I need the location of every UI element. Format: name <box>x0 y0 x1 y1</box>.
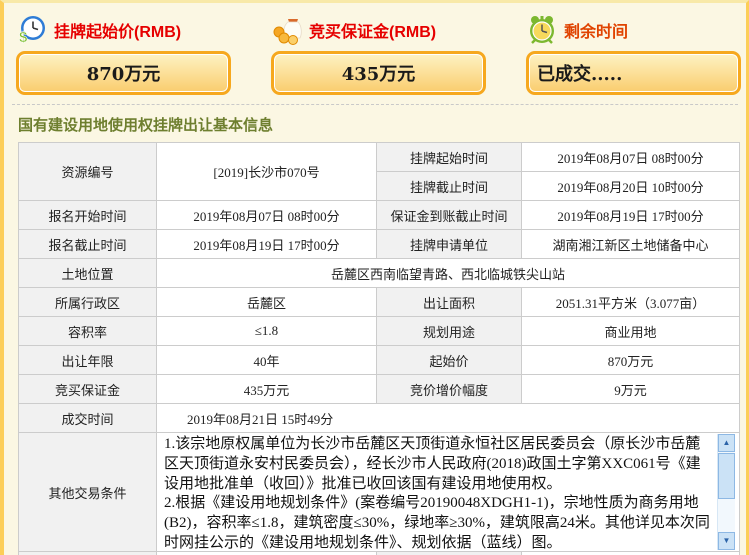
increment-value: 9万元 <box>522 375 740 404</box>
top-stats: $ 挂牌起始价(RMB) 870万元 竞买保证金(RMB <box>4 3 746 95</box>
winner-label: 竞得人 <box>377 552 522 555</box>
deal-time-value: 2019年08月21日 15时49分 <box>157 404 740 433</box>
table-row: 报名截止时间 2019年08月19日 17时00分 挂牌申请单位 湖南湘江新区土… <box>19 230 740 259</box>
stat-bid-deposit-header: 竞买保证金(RMB) <box>271 9 486 51</box>
other-conditions-text: 1.该宗地原权属单位为长沙市岳麓区天顶街道永恒社区居民委员会（原长沙市岳麓区天顶… <box>161 434 717 550</box>
other-conditions-label: 其他交易条件 <box>19 433 157 552</box>
term-value: 40年 <box>157 346 377 375</box>
stat-bid-deposit-label: 竞买保证金(RMB) <box>309 18 436 42</box>
table-row: 成交价 1140万元 [1140万元] 竞得人 长沙永鑫白露湖酒店有限公司 <box>19 552 740 555</box>
district-label: 所属行政区 <box>19 288 157 317</box>
district-value: 岳麓区 <box>157 288 377 317</box>
money-bag-icon <box>271 14 303 46</box>
listing-end-value: 2019年08月20日 10时00分 <box>522 172 740 201</box>
location-label: 土地位置 <box>19 259 157 288</box>
bid-deposit-value: 435万元 <box>271 51 486 95</box>
stat-time-remaining-header: 剩余时间 <box>526 9 741 51</box>
deal-price-label: 成交价 <box>19 552 157 555</box>
stat-starting-price-header: $ 挂牌起始价(RMB) <box>16 9 231 51</box>
use-value: 商业用地 <box>522 317 740 346</box>
section-title: 国有建设用地使用权挂牌出让基本信息 <box>18 114 746 135</box>
far-label: 容积率 <box>19 317 157 346</box>
land-listing-page: $ 挂牌起始价(RMB) 870万元 竞买保证金(RMB <box>0 0 749 555</box>
signup-end-label: 报名截止时间 <box>19 230 157 259</box>
table-row: 容积率 ≤1.8 规划用途 商业用地 <box>19 317 740 346</box>
applicant-value: 湖南湘江新区土地储备中心 <box>522 230 740 259</box>
time-remaining-value: 已成交..... <box>526 51 741 95</box>
start-price-label: 起始价 <box>377 346 522 375</box>
signup-end-value: 2019年08月19日 17时00分 <box>157 230 377 259</box>
stat-starting-price: $ 挂牌起始价(RMB) 870万元 <box>16 9 231 95</box>
scrollbar-thumb[interactable] <box>718 453 735 499</box>
stat-time-remaining-label: 剩余时间 <box>564 18 628 42</box>
svg-text:$: $ <box>19 29 28 46</box>
start-price-value: 870万元 <box>522 346 740 375</box>
table-row: 资源编号 [2019]长沙市070号 挂牌起始时间 2019年08月07日 08… <box>19 143 740 172</box>
deal-time-label: 成交时间 <box>19 404 157 433</box>
table-row: 出让年限 40年 起始价 870万元 <box>19 346 740 375</box>
scrollbar-track[interactable] <box>718 500 735 532</box>
other-conditions-scrollpane[interactable]: 1.该宗地原权属单位为长沙市岳麓区天顶街道永恒社区居民委员会（原长沙市岳麓区天顶… <box>161 434 735 550</box>
listing-start-value: 2019年08月07日 08时00分 <box>522 143 740 172</box>
deposit-deadline-value: 2019年08月19日 17时00分 <box>522 201 740 230</box>
table-row: 土地位置 岳麓区西南临望青路、西北临城铁尖山站 <box>19 259 740 288</box>
vertical-scrollbar[interactable]: ▲ ▼ <box>717 434 735 550</box>
increment-label: 竞价增价幅度 <box>377 375 522 404</box>
deposit-deadline-label: 保证金到账截止时间 <box>377 201 522 230</box>
stat-bid-deposit: 竞买保证金(RMB) 435万元 <box>271 9 486 95</box>
table-row: 报名开始时间 2019年08月07日 08时00分 保证金到账截止时间 2019… <box>19 201 740 230</box>
resource-no-label: 资源编号 <box>19 143 157 201</box>
listing-info-table: 资源编号 [2019]长沙市070号 挂牌起始时间 2019年08月07日 08… <box>18 142 740 555</box>
alarm-clock-icon <box>526 14 558 46</box>
table-row: 其他交易条件 1.该宗地原权属单位为长沙市岳麓区天顶街道永恒社区居民委员会（原长… <box>19 433 740 552</box>
signup-start-value: 2019年08月07日 08时00分 <box>157 201 377 230</box>
dotted-separator <box>12 104 738 105</box>
clock-dollar-icon: $ <box>16 14 48 46</box>
signup-start-label: 报名开始时间 <box>19 201 157 230</box>
deal-price-value: 1140万元 [1140万元] <box>157 552 377 555</box>
stat-time-remaining: 剩余时间 已成交..... <box>526 9 741 95</box>
listing-end-label: 挂牌截止时间 <box>377 172 522 201</box>
use-label: 规划用途 <box>377 317 522 346</box>
stat-starting-price-label: 挂牌起始价(RMB) <box>54 18 181 42</box>
table-row: 所属行政区 岳麓区 出让面积 2051.31平方米（3.077亩） <box>19 288 740 317</box>
applicant-label: 挂牌申请单位 <box>377 230 522 259</box>
deposit-label: 竞买保证金 <box>19 375 157 404</box>
table-row: 成交时间 2019年08月21日 15时49分 <box>19 404 740 433</box>
location-value: 岳麓区西南临望青路、西北临城铁尖山站 <box>157 259 740 288</box>
area-value: 2051.31平方米（3.077亩） <box>522 288 740 317</box>
winner-value: 长沙永鑫白露湖酒店有限公司 <box>522 552 740 555</box>
scroll-down-button[interactable]: ▼ <box>718 532 735 550</box>
table-row: 竞买保证金 435万元 竞价增价幅度 9万元 <box>19 375 740 404</box>
deposit-value: 435万元 <box>157 375 377 404</box>
other-conditions-cell: 1.该宗地原权属单位为长沙市岳麓区天顶街道永恒社区居民委员会（原长沙市岳麓区天顶… <box>157 433 740 552</box>
resource-no-value: [2019]长沙市070号 <box>157 143 377 201</box>
scroll-up-button[interactable]: ▲ <box>718 434 735 452</box>
term-label: 出让年限 <box>19 346 157 375</box>
starting-price-value: 870万元 <box>16 51 231 95</box>
far-value: ≤1.8 <box>157 317 377 346</box>
area-label: 出让面积 <box>377 288 522 317</box>
listing-start-label: 挂牌起始时间 <box>377 143 522 172</box>
